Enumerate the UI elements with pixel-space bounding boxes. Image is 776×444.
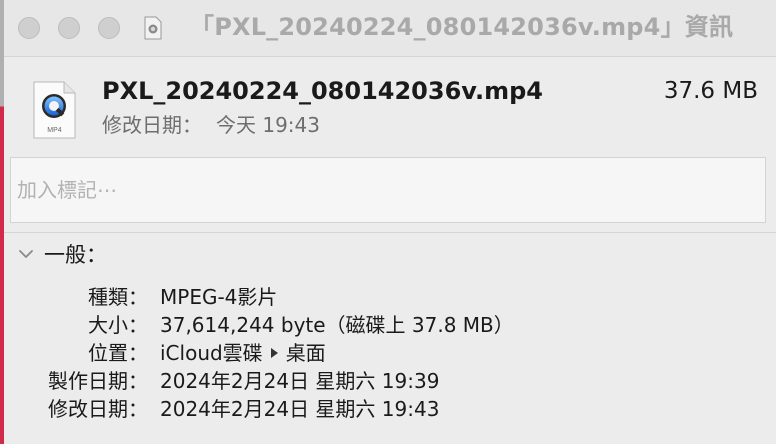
- title-bar[interactable]: 「PXL_20240224_080142036v.mp4」資訊: [4, 0, 776, 57]
- location-label: 位置：: [88, 341, 148, 365]
- created-label: 製作日期：: [48, 369, 148, 393]
- kind-value: MPEG-4影片: [160, 285, 278, 309]
- tags-input[interactable]: [10, 157, 766, 223]
- close-button[interactable]: [18, 17, 40, 39]
- window-title: 「PXL_20240224_080142036v.mp4」資訊: [190, 13, 734, 41]
- info-row-location: 位置： iCloud雲碟 桌面: [0, 339, 776, 367]
- file-size: 37.6 MB: [663, 78, 758, 104]
- modified-summary: 修改日期： 今天 19:43: [102, 112, 320, 138]
- modified-value: 今天 19:43: [216, 113, 320, 137]
- file-name: PXL_20240224_080142036v.mp4: [102, 77, 543, 105]
- zoom-button[interactable]: [98, 17, 120, 39]
- document-proxy-icon[interactable]: [143, 16, 163, 40]
- info-row-created: 製作日期： 2024年2月24日 星期六 19:39: [0, 367, 776, 395]
- general-section-toggle[interactable]: 一般：: [16, 240, 107, 268]
- path-segment-desktop[interactable]: 桌面: [286, 339, 326, 367]
- minimize-button[interactable]: [58, 17, 80, 39]
- modified-date-value: 2024年2月24日 星期六 19:43: [160, 397, 440, 421]
- info-row-kind: 種類： MPEG-4影片: [0, 283, 776, 311]
- kind-label: 種類：: [88, 285, 148, 309]
- modified-label: 修改日期：: [102, 113, 202, 137]
- file-type-badge: MP4: [47, 127, 62, 134]
- path-segment-icloud[interactable]: iCloud雲碟: [160, 339, 263, 367]
- file-header: MP4 PXL_20240224_080142036v.mp4 37.6 MB …: [4, 57, 776, 149]
- quicktime-mp4-icon: MP4: [33, 81, 76, 139]
- info-row-size: 大小： 37,614,244 byte（磁碟上 37.8 MB）: [0, 311, 776, 339]
- chevron-down-icon[interactable]: [16, 244, 36, 264]
- general-section-title: 一般：: [44, 243, 107, 267]
- location-path: iCloud雲碟 桌面: [160, 339, 326, 367]
- size-label: 大小：: [88, 313, 148, 337]
- created-value: 2024年2月24日 星期六 19:39: [160, 369, 440, 393]
- info-row-modified: 修改日期： 2024年2月24日 星期六 19:43: [0, 395, 776, 423]
- info-window: 「PXL_20240224_080142036v.mp4」資訊 MP4 PXL_…: [0, 0, 776, 444]
- size-value: 37,614,244 byte（磁碟上 37.8 MB）: [160, 313, 514, 337]
- section-divider: [4, 232, 776, 233]
- general-info-list: 種類： MPEG-4影片 大小： 37,614,244 byte（磁碟上 37.…: [0, 283, 776, 423]
- modified-date-label: 修改日期：: [48, 397, 148, 421]
- path-separator-icon: [270, 348, 278, 358]
